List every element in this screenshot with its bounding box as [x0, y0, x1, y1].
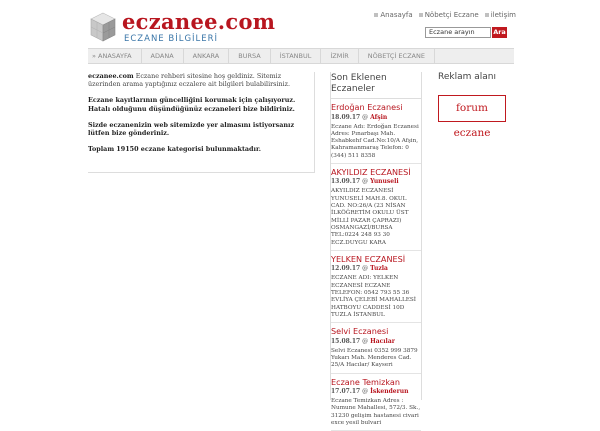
- post-category[interactable]: Afşin: [370, 114, 387, 121]
- top-link-label: Nöbetçi Eczane: [424, 11, 479, 19]
- meta-separator: @: [360, 388, 371, 396]
- post-meta: 17.07.17 @ İskenderun: [331, 388, 421, 395]
- post-title[interactable]: Erdoğan Eczanesi: [331, 102, 421, 113]
- post-category[interactable]: İskenderun: [370, 388, 408, 395]
- search-input[interactable]: Eczane arayın: [425, 27, 491, 38]
- top-link-label: Anasayfa: [380, 11, 413, 19]
- recent-pharmacies: Son Eklenen Eczaneler Erdoğan Eczanesi 1…: [330, 72, 422, 431]
- list-item: Erdoğan Eczanesi 18.09.17 @ Afşin Eczane…: [331, 102, 421, 164]
- brand-name: eczanee.com: [88, 72, 134, 80]
- bullet-icon: [484, 13, 489, 17]
- bullet-icon: [418, 13, 423, 17]
- post-category[interactable]: Yunuseli: [370, 178, 399, 185]
- submit-notice-text: Sizde eczanenizin web sitemizde yer alma…: [88, 120, 295, 138]
- post-title[interactable]: YELKEN ECZANESİ: [331, 254, 421, 265]
- main-nav: » ANASAYFA ADANA ANKARA BURSA İSTANBUL İ…: [88, 48, 514, 64]
- submit-notice: Sizde eczanenizin web sitemizde yer alma…: [88, 121, 314, 137]
- nav-item-on-duty[interactable]: NÖBETÇİ ECZANE: [359, 49, 435, 63]
- post-body: Selvi Eczanesi 0352 999 3879 Yukarı Mah.…: [331, 348, 421, 374]
- recent-heading: Son Eklenen Eczaneler: [331, 72, 421, 99]
- nav-item-ankara[interactable]: ANKARA: [184, 49, 230, 63]
- cube-logo-icon[interactable]: [90, 12, 116, 42]
- total-count-text: Toplam 19150 eczane kategorisi bulunmakt…: [88, 145, 261, 154]
- post-meta: 15.08.17 @ Hacılar: [331, 338, 421, 345]
- welcome-paragraph: eczanee.com Eczane rehberi sitesine hoş …: [88, 72, 314, 88]
- top-link-contact[interactable]: iletişim: [484, 11, 516, 19]
- post-meta: 12.09.17 @ Tuzla: [331, 265, 421, 272]
- site-header: eczanee.com ECZANE BİLGİLERİ Anasayfa Nö…: [0, 0, 600, 48]
- update-notice: Eczane kayıtlarının güncelliğini korumak…: [88, 96, 314, 112]
- post-category[interactable]: Hacılar: [370, 338, 395, 345]
- ad-banner[interactable]: forum eczane: [438, 95, 506, 139]
- nav-item-home[interactable]: » ANASAYFA: [88, 49, 142, 63]
- top-link-label: iletişim: [490, 11, 516, 19]
- post-body: Eczane Temizkan Adres : Numune Mahallesi…: [331, 398, 421, 431]
- post-date: 17.07.17: [331, 388, 361, 396]
- post-body: ECZANE ADI: YELKEN ECZANESİ ECZANE TELEF…: [331, 275, 421, 324]
- post-date: 15.08.17: [331, 337, 361, 345]
- site-subtitle: ECZANE BİLGİLERİ: [124, 34, 219, 44]
- post-title[interactable]: Selvi Eczanesi: [331, 327, 421, 337]
- top-links: Anasayfa Nöbetçi Eczane iletişim: [374, 11, 516, 19]
- post-body: AKYILDIZ ECZANESİ YUNUSELİ MAH.8. OKUL C…: [331, 188, 421, 251]
- total-count: Toplam 19150 eczane kategorisi bulunmakt…: [88, 145, 314, 153]
- post-title[interactable]: Eczane Temizkan: [331, 377, 421, 388]
- ad-heading: Reklam alanı: [438, 72, 496, 82]
- top-link-on-duty[interactable]: Nöbetçi Eczane: [418, 11, 479, 19]
- post-meta: 18.09.17 @ Afşin: [331, 114, 421, 121]
- meta-separator: @: [360, 178, 371, 186]
- list-item: Eczane Temizkan 17.07.17 @ İskenderun Ec…: [331, 377, 421, 431]
- nav-item-adana[interactable]: ADANA: [142, 49, 184, 63]
- post-date: 12.09.17: [331, 265, 361, 273]
- nav-item-izmir[interactable]: İZMİR: [321, 49, 359, 63]
- site-title[interactable]: eczanee.com: [122, 9, 275, 34]
- nav-item-istanbul[interactable]: İSTANBUL: [271, 49, 322, 63]
- welcome-content: eczanee.com Eczane rehberi sitesine hoş …: [88, 72, 315, 173]
- post-date: 18.09.17: [331, 113, 361, 121]
- list-item: Selvi Eczanesi 15.08.17 @ Hacılar Selvi …: [331, 327, 421, 374]
- post-date: 13.09.17: [331, 178, 361, 186]
- meta-separator: @: [360, 337, 371, 345]
- post-title[interactable]: AKYILDIZ ECZANESİ: [331, 167, 421, 178]
- nav-item-bursa[interactable]: BURSA: [229, 49, 271, 63]
- top-link-home[interactable]: Anasayfa: [374, 11, 413, 19]
- post-meta: 13.09.17 @ Yunuseli: [331, 178, 421, 185]
- search-button[interactable]: Ara: [492, 27, 507, 38]
- bullet-icon: [374, 13, 379, 17]
- ad-area: Reklam alanı forum eczane: [438, 72, 514, 139]
- post-body: Eczane Adı: Erdoğan Eczanesi Adres: Pına…: [331, 124, 421, 164]
- post-category[interactable]: Tuzla: [370, 265, 388, 272]
- list-item: YELKEN ECZANESİ 12.09.17 @ Tuzla ECZANE …: [331, 254, 421, 324]
- list-item: AKYILDIZ ECZANESİ 13.09.17 @ Yunuseli AK…: [331, 167, 421, 251]
- update-notice-text: Eczane kayıtlarının güncelliğini korumak…: [88, 96, 296, 113]
- meta-separator: @: [360, 113, 371, 121]
- meta-separator: @: [360, 265, 371, 273]
